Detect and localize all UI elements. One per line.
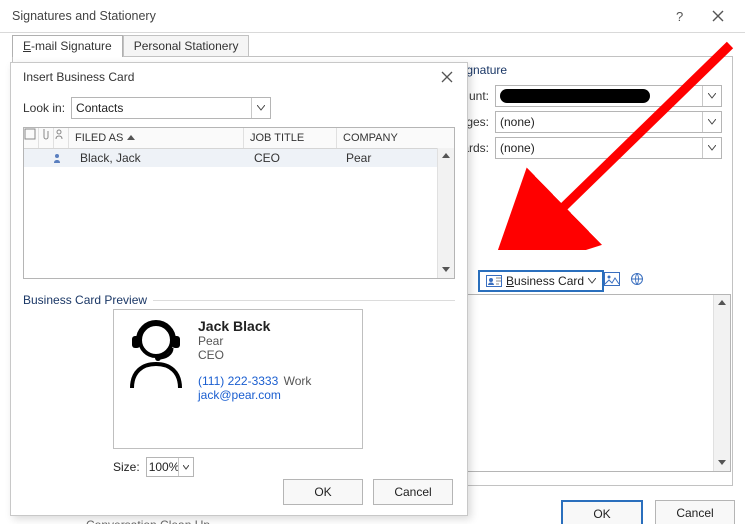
tab-strip: E-mail Signature Personal Stationery — [12, 34, 739, 56]
help-button[interactable]: ? — [661, 0, 699, 32]
main-title-bar: Signatures and Stationery ? — [0, 0, 745, 33]
preview-name: Jack Black — [198, 318, 311, 334]
tab-personal-stationery[interactable]: Personal Stationery — [123, 35, 250, 57]
preview-company: Pear — [198, 334, 311, 348]
preview-phone-tag: Work — [284, 374, 312, 388]
replies-forwards-row: wards: (none) — [451, 137, 722, 165]
business-card-label: usiness Card — [514, 274, 584, 288]
globe-link-icon — [630, 272, 646, 286]
column-company[interactable]: COMPANY — [337, 128, 454, 148]
redacted-account-value — [500, 89, 650, 103]
sort-asc-icon — [127, 135, 135, 141]
main-ok-button[interactable]: OK — [561, 500, 643, 524]
size-spinner[interactable]: 100% — [146, 457, 194, 477]
truncated-text-below: Conversation Clean Up — [86, 518, 210, 524]
ibc-cancel-button[interactable]: Cancel — [373, 479, 453, 505]
look-in-value: Contacts — [76, 101, 123, 115]
account-select[interactable] — [495, 85, 722, 107]
preview-email: jack@pear.com — [198, 388, 311, 402]
ibc-body: Look in: Contacts FILED AS JOB TITLE COM… — [11, 91, 467, 487]
ibc-title-bar: Insert Business Card — [11, 63, 467, 91]
size-row: Size: 100% — [113, 457, 455, 477]
row-contact-icon — [52, 152, 66, 164]
new-messages-select[interactable]: (none) — [495, 111, 722, 133]
replies-forwards-select[interactable]: (none) — [495, 137, 722, 159]
preview-phone-line: (111) 222-3333 Work — [198, 374, 311, 388]
listbox-scrollbar[interactable] — [437, 148, 454, 278]
scroll-down-icon[interactable] — [714, 455, 730, 471]
size-label: Size: — [113, 460, 140, 474]
main-dialog-buttons: OK Cancel — [561, 500, 735, 524]
picture-icon — [604, 272, 620, 286]
account-row: unt: — [451, 85, 722, 113]
tab-email-signature[interactable]: E-mail Signature — [12, 35, 123, 57]
ibc-ok-button[interactable]: OK — [283, 479, 363, 505]
look-in-label: Look in: — [23, 101, 65, 115]
ibc-dialog-buttons: OK Cancel — [283, 479, 453, 505]
replies-forwards-value: (none) — [500, 141, 535, 155]
ibc-close-button[interactable] — [433, 63, 461, 91]
chevron-down-icon — [702, 112, 721, 132]
business-card-icon — [486, 275, 502, 287]
chevron-down-icon — [702, 138, 721, 158]
chevron-down-icon — [588, 278, 596, 284]
insert-hyperlink-button[interactable] — [630, 272, 646, 286]
preview-title: CEO — [198, 348, 311, 362]
column-job-title[interactable]: JOB TITLE — [244, 128, 337, 148]
main-title: Signatures and Stationery — [12, 9, 661, 23]
toolbar-right-icons — [604, 272, 646, 286]
insert-picture-button[interactable] — [604, 272, 620, 286]
scroll-up-icon[interactable] — [714, 295, 730, 311]
preview-phone: (111) 222-3333 — [198, 374, 278, 388]
new-messages-row: ges: (none) — [451, 111, 722, 139]
signature-editor[interactable] — [451, 294, 731, 472]
header-icon-col-2[interactable] — [39, 128, 54, 148]
ibc-title: Insert Business Card — [23, 70, 433, 84]
scroll-track[interactable] — [714, 311, 730, 455]
main-cancel-button[interactable]: Cancel — [655, 500, 735, 524]
preview-avatar — [124, 318, 188, 440]
header-icon-col-3[interactable] — [54, 128, 69, 148]
scroll-down-icon[interactable] — [438, 262, 454, 278]
close-button[interactable] — [699, 0, 737, 32]
chevron-down-icon — [702, 86, 721, 106]
help-icon: ? — [674, 9, 686, 23]
preview-info: Jack Black Pear CEO (111) 222-3333 Work … — [198, 318, 311, 440]
close-icon — [441, 71, 453, 83]
contacts-header: FILED AS JOB TITLE COMPANY — [24, 128, 454, 149]
svg-text:?: ? — [676, 9, 683, 23]
cell-filed-as: Black, Jack — [66, 151, 248, 165]
column-filed-as[interactable]: FILED AS — [69, 128, 244, 148]
business-card-preview: Jack Black Pear CEO (111) 222-3333 Work … — [113, 309, 363, 449]
look-in-select[interactable]: Contacts — [71, 97, 271, 119]
business-card-button[interactable]: Business Card — [478, 270, 604, 292]
preview-section-label: Business Card Preview — [23, 293, 455, 307]
scroll-up-icon[interactable] — [438, 148, 454, 164]
cell-company: Pear — [340, 151, 377, 165]
contacts-listbox[interactable]: FILED AS JOB TITLE COMPANY Black, Jack C… — [23, 127, 455, 279]
header-icon-col-1[interactable] — [24, 128, 39, 148]
size-value: 100% — [149, 460, 180, 474]
new-messages-value: (none) — [500, 115, 535, 129]
close-icon — [712, 10, 724, 22]
contact-row[interactable]: Black, Jack CEO Pear — [24, 149, 454, 167]
cell-job-title: CEO — [248, 151, 340, 165]
chevron-down-icon — [251, 98, 270, 118]
contact-icon — [52, 152, 62, 164]
headset-person-icon — [124, 318, 188, 390]
look-in-row: Look in: Contacts — [23, 97, 455, 119]
chevron-down-icon — [178, 458, 193, 476]
attachment-icon — [39, 128, 49, 140]
vertical-scrollbar[interactable] — [713, 295, 730, 471]
insert-business-card-dialog: Insert Business Card Look in: Contacts F… — [10, 62, 468, 516]
